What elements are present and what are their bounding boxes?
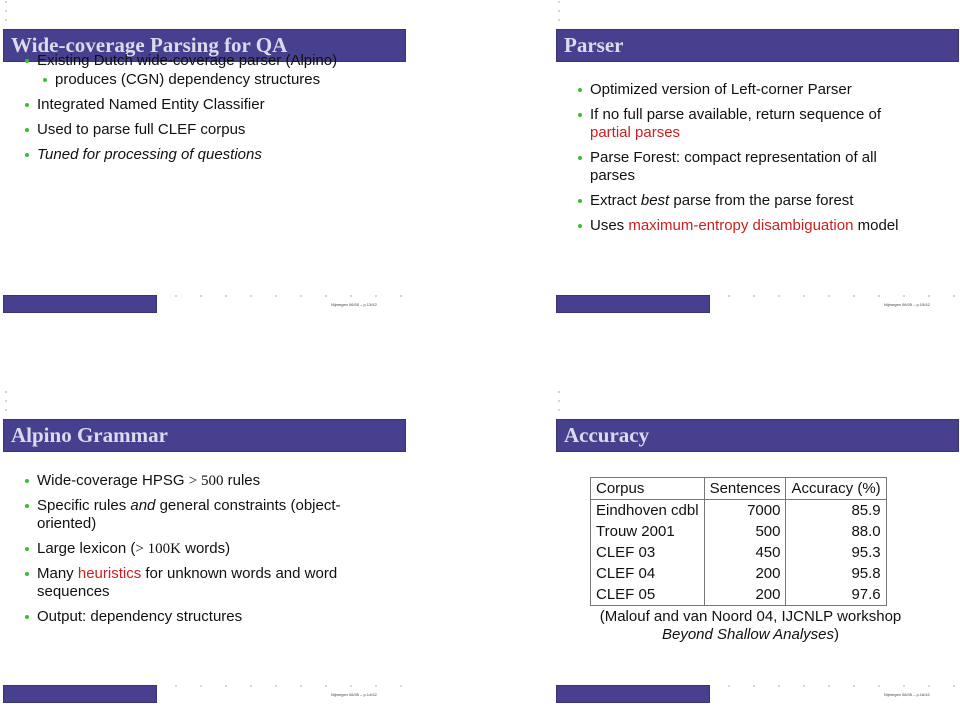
column-header: Sentences (703, 477, 787, 500)
bullet-item: Used to parse full CLEF corpus (25, 121, 400, 139)
footer-progress-bar (3, 685, 157, 703)
accuracy-cell: 88.0 (785, 521, 887, 542)
bullet-item: Parse Forest: compact representation of … (578, 149, 908, 185)
corpus-cell: Trouw 2001 (590, 521, 705, 542)
corpus-cell: CLEF 04 (590, 563, 705, 584)
corpus-cell: CLEF 03 (590, 542, 705, 563)
corpus-cell: CLEF 05 (590, 584, 705, 606)
slide-title: Alpino Grammar (11, 423, 168, 447)
footer-progress-bar (556, 295, 710, 313)
bullet-icon (578, 224, 582, 228)
highlight-text: maximum-entropy disambiguation (628, 217, 854, 234)
footer-page-info: Nijmegen 06/05 – p.16/42 (884, 692, 930, 697)
footer-page-info: Nijmegen 06/05 – p.13/42 (331, 302, 377, 307)
sentences-cell: 450 (703, 542, 787, 563)
footer-nav-dots-icon (169, 295, 404, 301)
bullet-icon (25, 504, 29, 508)
slide-accuracy: Accuracy Corpus Sentences Accuracy (%) E… (556, 390, 959, 708)
bullet-item: Many heuristics for unknown words and wo… (25, 565, 355, 601)
slide-parser: Parser Optimized version of Left-corner … (556, 0, 959, 318)
footer-nav-dots-icon (722, 685, 957, 691)
bullet-item: Wide-coverage HPSG > 500 rules (25, 472, 355, 490)
corpus-cell: Eindhoven cdbl (590, 499, 705, 521)
table-header-row: Corpus Sentences Accuracy (%) (590, 477, 887, 500)
bullet-icon (578, 156, 582, 160)
highlight-text: heuristics (77, 565, 142, 582)
table-row: Eindhoven cdbl 7000 85.9 (590, 499, 887, 521)
citation: (Malouf and van Noord 04, IJCNLP worksho… (599, 608, 902, 643)
bullet-icon (25, 128, 29, 132)
accuracy-cell: 95.8 (785, 563, 887, 584)
bullet-item: Large lexicon (> 100K words) (25, 540, 355, 558)
bullet-item: Uses maximum-entropy disambiguation mode… (578, 217, 908, 235)
table-row: CLEF 05 200 97.6 (590, 584, 887, 606)
title-bar: Parser (556, 29, 959, 62)
column-header: Corpus (590, 477, 705, 500)
footer-nav-dots-icon (722, 295, 957, 301)
nav-dots-icon (558, 391, 564, 418)
bullet-icon (578, 199, 582, 203)
highlight-text: partial parses (590, 124, 681, 141)
footer-progress-bar (556, 685, 710, 703)
accuracy-table: Corpus Sentences Accuracy (%) Eindhoven … (590, 477, 887, 606)
bullet-list: Wide-coverage HPSG > 500 rules Specific … (25, 472, 355, 633)
bullet-list: Optimized version of Left-corner Parser … (578, 81, 908, 242)
sentences-cell: 200 (703, 584, 787, 606)
sentences-cell: 7000 (703, 499, 787, 521)
bullet-item: If no full parse available, return seque… (578, 106, 908, 142)
column-header: Accuracy (%) (785, 477, 887, 500)
nav-dots-icon (5, 391, 11, 418)
bullet-item: Existing Dutch wide-coverage parser (Alp… (25, 52, 400, 70)
bullet-icon (43, 78, 47, 82)
bullet-item: Specific rules and general constraints (… (25, 497, 355, 533)
bullet-icon (578, 88, 582, 92)
bullet-icon (25, 153, 29, 157)
slide-wide-coverage-parsing: Wide-coverage Parsing for QA Existing Du… (3, 0, 406, 318)
table-row: CLEF 03 450 95.3 (590, 542, 887, 563)
sentences-cell: 200 (703, 563, 787, 584)
slide-title: Parser (564, 33, 624, 57)
bullet-item: Output: dependency structures (25, 608, 355, 626)
nav-dots-icon (5, 1, 11, 28)
accuracy-cell: 95.3 (785, 542, 887, 563)
footer-page-info: Nijmegen 06/05 – p.14/42 (331, 692, 377, 697)
slide-title: Accuracy (564, 423, 650, 447)
title-bar: Alpino Grammar (3, 419, 406, 452)
bullet-icon (25, 59, 29, 63)
bullet-list: Existing Dutch wide-coverage parser (Alp… (25, 52, 400, 171)
nav-dots-icon (558, 1, 564, 28)
title-bar: Accuracy (556, 419, 959, 452)
sentences-cell: 500 (703, 521, 787, 542)
table-row: CLEF 04 200 95.8 (590, 563, 887, 584)
bullet-item: Optimized version of Left-corner Parser (578, 81, 908, 99)
bullet-icon (25, 103, 29, 107)
slide-alpino-grammar: Alpino Grammar Wide-coverage HPSG > 500 … (3, 390, 406, 708)
sub-bullet-item: produces (CGN) dependency structures (25, 71, 400, 89)
bullet-icon (25, 615, 29, 619)
bullet-item: Integrated Named Entity Classifier (25, 96, 400, 114)
bullet-icon (25, 572, 29, 576)
footer-progress-bar (3, 295, 157, 313)
bullet-item: Extract best parse from the parse forest (578, 192, 908, 210)
table-row: Trouw 2001 500 88.0 (590, 521, 887, 542)
bullet-icon (578, 113, 582, 117)
footer-nav-dots-icon (169, 685, 404, 691)
bullet-icon (25, 479, 29, 483)
bullet-item: Tuned for processing of questions (25, 146, 400, 164)
accuracy-cell: 97.6 (785, 584, 887, 606)
footer-page-info: Nijmegen 06/05 – p.15/42 (884, 302, 930, 307)
bullet-icon (25, 547, 29, 551)
accuracy-cell: 85.9 (785, 499, 887, 521)
